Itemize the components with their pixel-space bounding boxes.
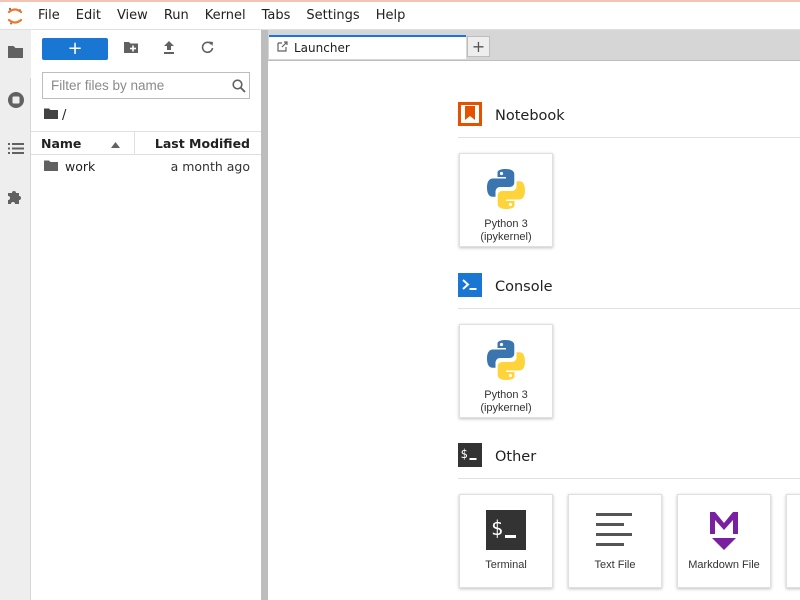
refresh-icon [201, 41, 214, 58]
other-terminal-icon: $ [458, 443, 482, 471]
new-folder-button[interactable] [112, 37, 150, 61]
running-sessions-tab[interactable] [0, 78, 31, 126]
menu-kernel[interactable]: Kernel [197, 2, 254, 30]
table-of-contents-tab[interactable] [0, 126, 31, 174]
file-row[interactable]: work a month ago [31, 155, 261, 177]
terminal-card[interactable]: $ Terminal [459, 494, 553, 588]
text-file-card[interactable]: Text File [568, 494, 662, 588]
card-label: Markdown File [688, 559, 760, 571]
breadcrumb: / [44, 107, 66, 123]
file-listing-header: Name Last Modified [31, 131, 261, 155]
card-label: Python 3 (ipykernel) [480, 218, 532, 243]
file-browser-tab[interactable] [0, 30, 31, 78]
upload-icon [163, 40, 175, 58]
extension-manager-tab[interactable] [0, 174, 31, 222]
menu-settings[interactable]: Settings [298, 2, 367, 30]
markdown-icon [707, 505, 741, 555]
menu-file[interactable]: File [30, 2, 68, 30]
toc-icon [7, 142, 24, 159]
svg-text:$: $ [491, 516, 503, 540]
python-logo-icon [484, 335, 528, 385]
file-browser-panel: + / Name [31, 30, 261, 600]
partial-card[interactable] [786, 494, 800, 588]
tab-label: Launcher [294, 41, 350, 55]
menu-bar: File Edit View Run Kernel Tabs Settings … [0, 2, 800, 30]
section-divider [458, 308, 800, 309]
python-logo-icon [484, 164, 528, 214]
section-divider [458, 478, 800, 479]
menu-tabs[interactable]: Tabs [254, 2, 299, 30]
panel-splitter[interactable] [261, 30, 268, 600]
notebook-icon [458, 102, 482, 130]
refresh-button[interactable] [188, 37, 226, 61]
filter-files-input[interactable] [43, 73, 228, 98]
jupyter-logo-icon[interactable] [0, 2, 30, 30]
main-tab-bar: Launcher + [268, 30, 800, 60]
sort-ascending-icon [111, 136, 120, 151]
text-file-icon [596, 505, 634, 555]
running-icon [7, 91, 25, 113]
menu-help[interactable]: Help [368, 2, 414, 30]
search-icon [228, 78, 249, 93]
launcher-icon [277, 41, 288, 55]
card-label: Text File [594, 559, 636, 571]
folder-icon [7, 45, 24, 63]
card-label: Terminal [485, 559, 527, 571]
name-column-header[interactable]: Name [31, 132, 135, 154]
notebook-python3-card[interactable]: Python 3 (ipykernel) [459, 153, 553, 247]
file-name: work [65, 158, 96, 174]
breadcrumb-root[interactable]: / [62, 108, 66, 123]
console-section-header: Console [458, 273, 553, 301]
new-folder-icon [124, 41, 138, 57]
terminal-icon: $ [486, 505, 526, 555]
console-python3-card[interactable]: Python 3 (ipykernel) [459, 324, 553, 418]
upload-button[interactable] [150, 37, 188, 61]
launcher-panel: Notebook Python 3 (ipykernel) Console Py… [268, 61, 800, 600]
menu-run[interactable]: Run [156, 2, 197, 30]
breadcrumb-home-folder-icon[interactable] [44, 108, 58, 123]
new-launcher-button[interactable]: + [42, 38, 108, 60]
console-section-title: Console [495, 279, 553, 295]
card-label: Python 3 (ipykernel) [480, 389, 532, 414]
other-section-header: $ Other [458, 443, 537, 471]
notebook-section-title: Notebook [495, 108, 565, 124]
file-browser-toolbar: + [31, 30, 261, 68]
section-divider [458, 137, 800, 138]
last-modified-column-header[interactable]: Last Modified [135, 136, 261, 151]
tab-launcher[interactable]: Launcher [269, 35, 466, 59]
new-tab-button[interactable]: + [467, 36, 490, 57]
markdown-file-card[interactable]: Markdown File [677, 494, 771, 588]
other-section-title: Other [495, 449, 537, 465]
notebook-section-header: Notebook [458, 102, 565, 130]
activity-bar [0, 30, 31, 600]
console-icon [458, 273, 482, 301]
svg-text:$: $ [461, 447, 468, 461]
extension-icon [7, 188, 24, 209]
filter-files-box [42, 72, 250, 99]
menu-view[interactable]: View [109, 2, 156, 30]
name-column-label: Name [41, 135, 82, 151]
file-last-modified: a month ago [170, 158, 250, 174]
folder-icon [44, 159, 58, 174]
menu-edit[interactable]: Edit [68, 2, 109, 30]
